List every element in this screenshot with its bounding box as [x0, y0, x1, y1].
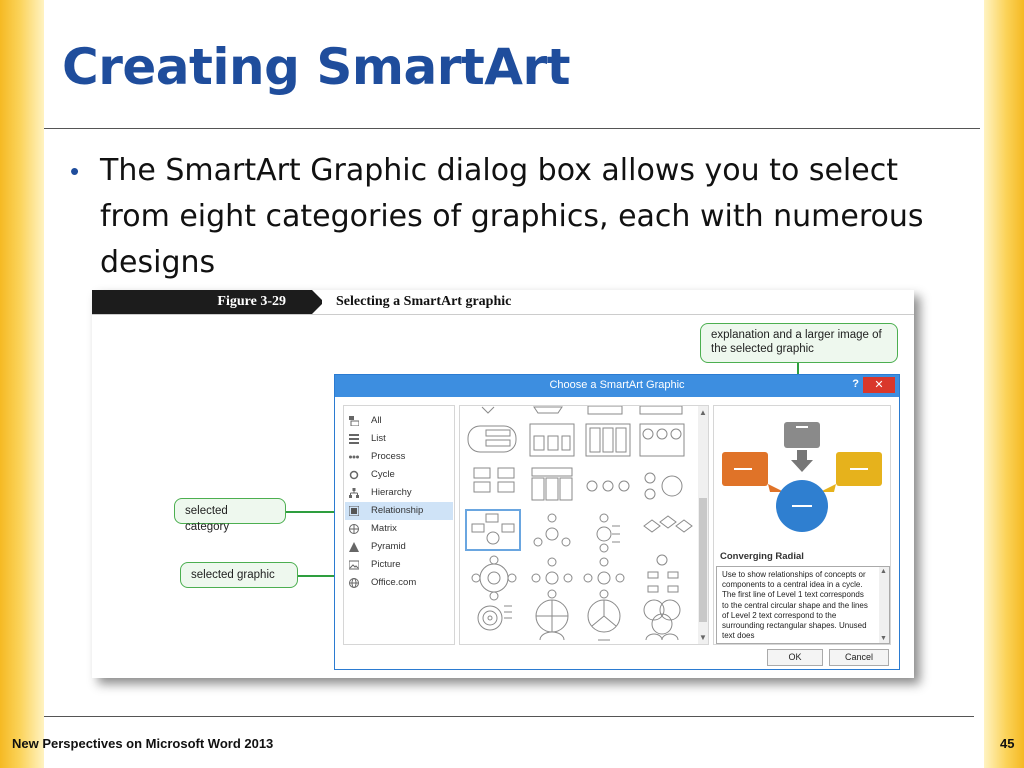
thumbnail[interactable]	[644, 472, 683, 500]
description-scrollbar[interactable]: ▲ ▼	[879, 567, 889, 643]
thumbnail[interactable]	[533, 406, 563, 414]
scroll-up-icon[interactable]: ▲	[880, 568, 887, 575]
category-label: Cycle	[371, 469, 395, 480]
left-accent-bar	[0, 0, 44, 768]
thumbnail[interactable]	[587, 406, 623, 415]
help-icon[interactable]: ?	[852, 378, 859, 390]
figure-screenshot: Figure 3-29 Selecting a SmartArt graphic…	[92, 290, 914, 678]
thumbnail[interactable]	[643, 515, 693, 533]
page-number: 45	[1000, 736, 1015, 751]
category-picture[interactable]: Picture	[345, 556, 453, 574]
category-label: Hierarchy	[371, 487, 412, 498]
thumbnail[interactable]	[529, 423, 575, 457]
scroll-up-icon[interactable]: ▲	[699, 408, 707, 417]
gallery-scrollbar[interactable]: ▲ ▼	[698, 406, 708, 644]
thumbnail[interactable]	[643, 599, 681, 635]
slide-title: Creating SmartArt	[62, 38, 571, 96]
bullet-dot-icon: •	[70, 156, 80, 186]
bullet-text: The SmartArt Graphic dialog box allows y…	[100, 153, 924, 280]
thumbnail[interactable]	[639, 423, 685, 457]
thumbnail[interactable]	[585, 423, 631, 457]
cancel-button[interactable]: Cancel	[829, 649, 889, 666]
thumbnail[interactable]	[471, 555, 517, 601]
thumbnail-converging-radial[interactable]	[471, 513, 515, 545]
category-process[interactable]: Process	[345, 448, 453, 466]
category-label: Picture	[371, 559, 401, 570]
scroll-down-icon[interactable]: ▼	[880, 635, 887, 642]
footer-text: New Perspectives on Microsoft Word 2013	[12, 736, 274, 751]
category-matrix[interactable]: Matrix	[345, 520, 453, 538]
relationship-icon	[349, 506, 359, 516]
close-button[interactable]: ✕	[863, 377, 895, 393]
thumbnail[interactable]	[583, 557, 625, 599]
thumbnail[interactable]	[535, 599, 569, 633]
category-all[interactable]: All	[345, 412, 453, 430]
category-label: Relationship	[371, 505, 424, 516]
figure-header: Figure 3-29 Selecting a SmartArt graphic	[92, 290, 914, 315]
footer-divider	[44, 716, 974, 717]
figure-caption: Selecting a SmartArt graphic	[336, 294, 512, 309]
ok-button[interactable]: OK	[767, 649, 823, 666]
arrow-down-icon	[791, 450, 813, 472]
preview-top-box	[784, 422, 820, 448]
thumbnail[interactable]	[467, 425, 517, 453]
figure-label: Figure 3-29	[92, 290, 322, 314]
thumbnail[interactable]	[473, 467, 515, 493]
pyramid-icon	[349, 542, 359, 552]
category-label: All	[371, 415, 382, 426]
category-pyramid[interactable]: Pyramid	[345, 538, 453, 556]
globe-icon	[349, 578, 359, 588]
scrollbar-thumb[interactable]	[699, 498, 707, 622]
thumbnail[interactable]	[477, 605, 512, 631]
category-office-com[interactable]: Office.com	[345, 574, 453, 592]
thumbnail[interactable]	[539, 631, 565, 641]
hierarchy-icon	[349, 488, 359, 498]
all-icon	[349, 416, 359, 426]
preview-description: Use to show relationships of concepts or…	[722, 570, 868, 641]
callout-preview-note: explanation and a larger image of the se…	[700, 323, 898, 363]
preview-graphic	[722, 422, 882, 532]
thumbnail[interactable]	[531, 557, 573, 599]
callout-selected-category: selected category	[174, 498, 286, 533]
scroll-down-icon[interactable]: ▼	[699, 633, 707, 642]
category-label: Office.com	[371, 577, 417, 588]
matrix-icon	[349, 524, 359, 534]
cycle-icon	[349, 470, 359, 480]
thumbnail[interactable]	[647, 554, 679, 593]
preview-pane: Converging Radial Use to show relationsh…	[713, 405, 891, 645]
smartart-dialog: Choose a SmartArt Graphic ? ✕ All List P…	[334, 374, 900, 670]
dialog-title-bar: Choose a SmartArt Graphic ? ✕	[335, 375, 899, 397]
category-label: Process	[371, 451, 406, 462]
callout-selected-graphic: selected graphic	[180, 562, 298, 588]
thumbnail[interactable]	[645, 633, 679, 641]
graphic-thumbnails	[465, 406, 693, 641]
category-cycle[interactable]: Cycle	[345, 466, 453, 484]
preview-description-box: Use to show relationships of concepts or…	[716, 566, 890, 644]
picture-icon	[349, 560, 359, 570]
category-list-item[interactable]: List	[345, 430, 453, 448]
thumbnail[interactable]	[596, 513, 620, 553]
thumbnail[interactable]	[587, 599, 621, 633]
category-label: Pyramid	[371, 541, 406, 552]
category-label: List	[371, 433, 386, 444]
category-label: Matrix	[371, 523, 397, 534]
process-icon	[349, 455, 359, 459]
dialog-title: Choose a SmartArt Graphic	[549, 379, 685, 391]
category-hierarchy[interactable]: Hierarchy	[345, 484, 453, 502]
thumbnail[interactable]	[481, 406, 495, 414]
thumbnail[interactable]	[533, 513, 571, 547]
list-icon	[349, 434, 359, 444]
title-divider	[44, 128, 980, 129]
category-relationship[interactable]: Relationship	[345, 502, 453, 520]
thumbnail[interactable]	[586, 480, 630, 492]
thumbnail[interactable]	[531, 467, 573, 501]
preview-graphic-name: Converging Radial	[720, 551, 804, 562]
graphic-gallery: ▲ ▼	[459, 405, 709, 645]
right-accent-bar	[984, 0, 1024, 768]
thumbnail[interactable]	[639, 406, 683, 415]
category-list: All List Process Cycle Hierarchy Relatio…	[343, 405, 455, 645]
